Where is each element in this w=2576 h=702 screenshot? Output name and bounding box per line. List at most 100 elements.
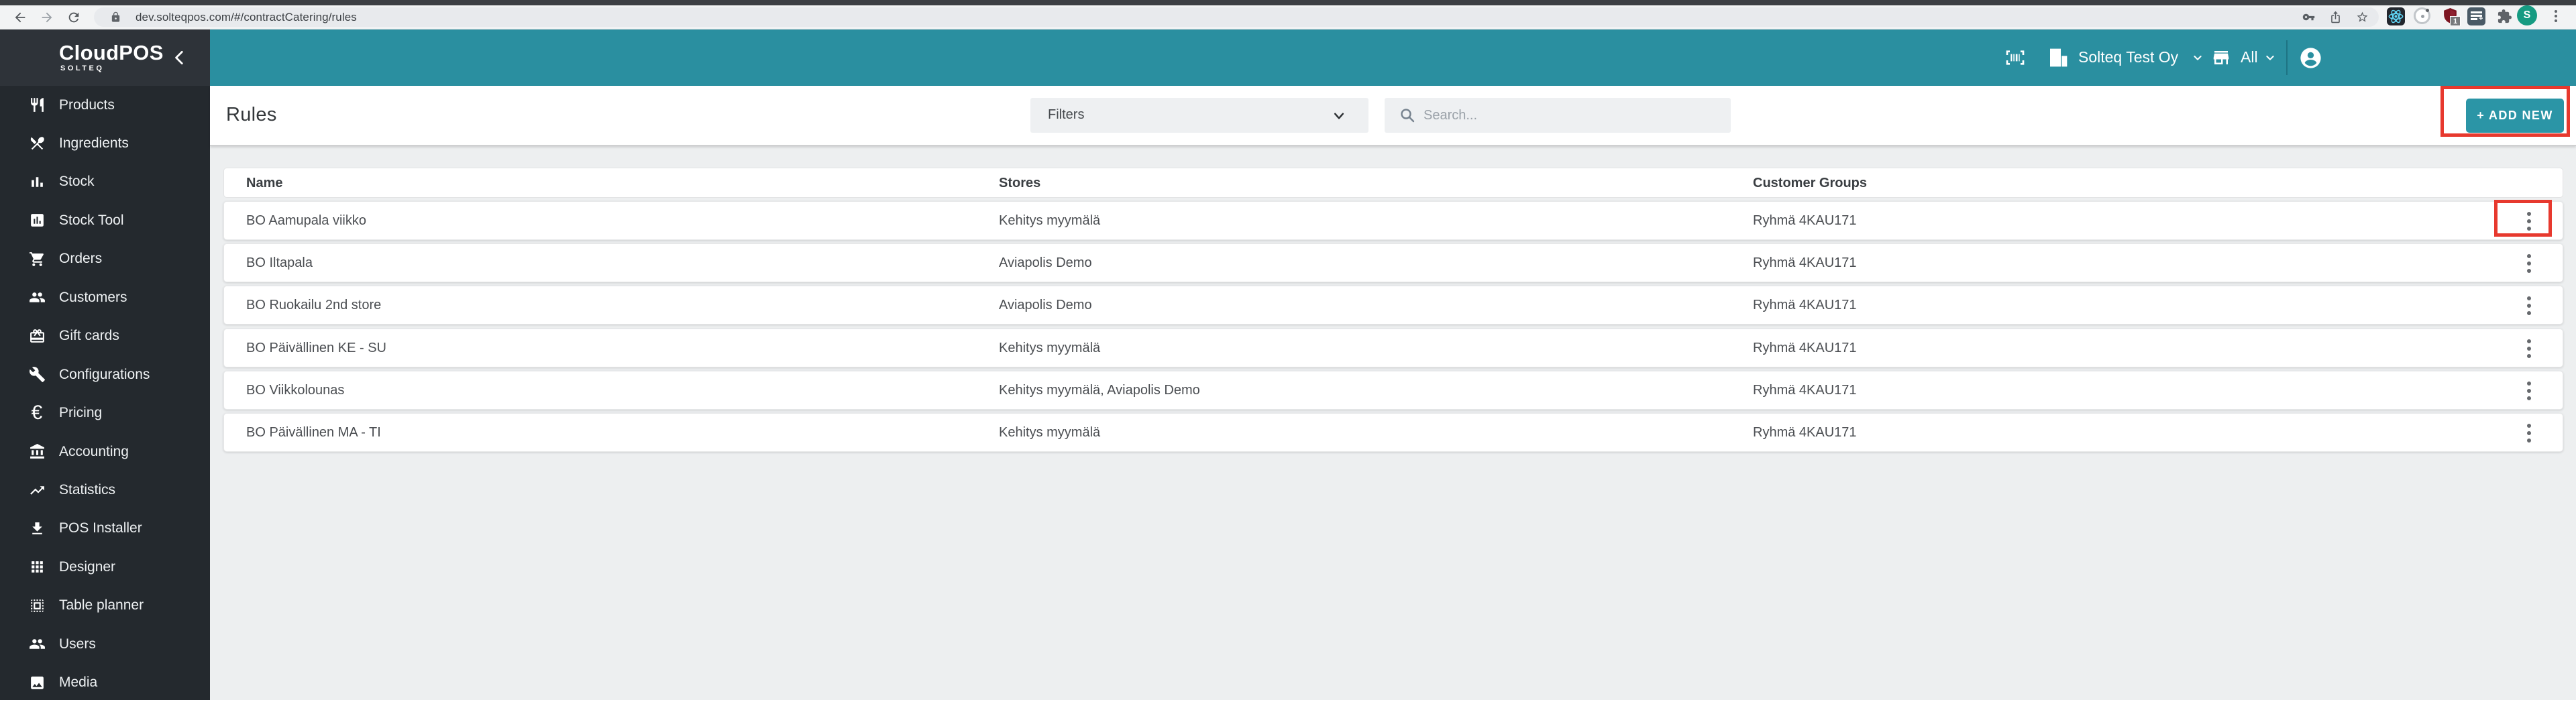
filters-chevron-down-icon: [1332, 109, 1346, 123]
sidebar-item-label: Orders: [59, 251, 102, 267]
table-header-row: Name Stores Customer Groups: [223, 168, 2563, 198]
browser-back-button[interactable]: [11, 8, 30, 27]
cell-name: BO Päivällinen KE - SU: [246, 341, 386, 356]
table-row[interactable]: BO IltapalaAviapolis DemoRyhmä 4KAU171: [223, 243, 2563, 282]
company-building-icon[interactable]: [2047, 46, 2069, 69]
browser-address-bar[interactable]: dev.solteqpos.com/#/contractCatering/rul…: [94, 7, 2379, 27]
sidebar-item-accounting[interactable]: Accounting: [0, 432, 210, 471]
cell-customer-groups: Ryhmä 4KAU171: [1753, 383, 1857, 398]
sidebar-item-label: Customers: [59, 290, 127, 306]
cell-name: BO Ruokailu 2nd store: [246, 298, 381, 313]
browser-profile-avatar[interactable]: S: [2517, 5, 2537, 25]
search-input[interactable]: [1424, 103, 1712, 127]
browser-forward-button[interactable]: [38, 8, 56, 27]
cell-name: BO Aamupala viikko: [246, 213, 366, 229]
cell-name: BO Päivällinen MA - TI: [246, 425, 381, 441]
account-balance-icon: [28, 443, 46, 461]
browser-reload-button[interactable]: [64, 8, 83, 27]
profile-icon[interactable]: [2300, 47, 2322, 69]
cell-name: BO Iltapala: [246, 255, 313, 271]
card-giftcard-icon: [28, 327, 46, 345]
cell-stores: Kehitys myymälä: [999, 425, 1100, 441]
sidebar-item-statistics[interactable]: Statistics: [0, 471, 210, 510]
download-icon: [28, 520, 46, 537]
sidebar-item-pos-installer[interactable]: POS Installer: [0, 510, 210, 548]
company-selector[interactable]: Solteq Test Oy: [2078, 48, 2178, 66]
ublock-badge: 1: [2450, 16, 2461, 26]
add-new-button[interactable]: + ADD NEW: [2466, 99, 2564, 133]
sidebar-item-label: Products: [59, 97, 115, 113]
sidebar: CloudPOS SOLTEQ Products Ingredients Stock…: [0, 30, 210, 700]
sidebar-item-label: Stock: [59, 174, 95, 190]
filters-dropdown[interactable]: Filters: [1030, 98, 1368, 133]
table-row[interactable]: BO ViikkolounasKehitys myymälä, Aviapoli…: [223, 371, 2563, 410]
sidebar-logo: CloudPOS SOLTEQ: [0, 30, 210, 86]
row-menu-icon[interactable]: [2520, 249, 2538, 278]
restaurant-icon: [28, 97, 46, 114]
page-header: Rules Filters + ADD NEW: [210, 86, 2576, 146]
bar-chart-icon: [28, 173, 46, 190]
table-row[interactable]: BO Aamupala viikkoKehitys myymäläRyhmä 4…: [223, 201, 2563, 240]
lock-icon[interactable]: [110, 11, 121, 23]
sidebar-item-label: Ingredients: [59, 135, 129, 152]
row-menu-icon[interactable]: [2520, 377, 2538, 405]
sidebar-item-label: Stock Tool: [59, 213, 124, 229]
sidebar-item-stock[interactable]: Stock: [0, 163, 210, 201]
company-chevron-down-icon[interactable]: [2191, 52, 2204, 63]
cell-customer-groups: Ryhmä 4KAU171: [1753, 213, 1857, 229]
sidebar-item-label: Pricing: [59, 405, 102, 421]
sidebar-item-orders[interactable]: Orders: [0, 240, 210, 278]
sidebar-item-media[interactable]: Media: [0, 664, 210, 702]
row-menu-icon[interactable]: [2520, 335, 2538, 363]
sidebar-item-designer[interactable]: Designer: [0, 548, 210, 586]
search-box: [1385, 98, 1731, 133]
password-key-icon[interactable]: [2302, 11, 2315, 23]
logo-title: CloudPOS: [59, 41, 164, 65]
row-menu-icon[interactable]: [2520, 292, 2538, 320]
table-row[interactable]: BO Päivällinen MA - TI Kehitys myymälä Ryh…: [223, 413, 2563, 452]
table-row[interactable]: BO Päivällinen KE - SUKehitys myymäläRyh…: [223, 329, 2563, 367]
ublock-extension-icon[interactable]: 1: [2442, 7, 2459, 24]
store-selector[interactable]: All: [2241, 48, 2258, 66]
cell-customer-groups: Ryhmä 4KAU171: [1753, 298, 1857, 313]
image-icon: [28, 674, 46, 691]
store-chevron-down-icon[interactable]: [2263, 52, 2277, 63]
cell-stores: Aviapolis Demo: [999, 298, 1092, 313]
store-icon[interactable]: [2211, 47, 2231, 68]
sidebar-item-label: Gift cards: [59, 328, 119, 344]
page-title: Rules: [226, 104, 277, 126]
app-root: dev.solteqpos.com/#/contractCatering/rul…: [0, 0, 2576, 700]
browser-menu-icon[interactable]: [2553, 8, 2559, 24]
extensions-puzzle-icon[interactable]: [2497, 9, 2512, 24]
sidebar-item-pricing[interactable]: €Pricing: [0, 394, 210, 432]
topbar-divider: [2286, 40, 2288, 75]
sidebar-item-users[interactable]: Users: [0, 625, 210, 663]
sidebar-item-configurations[interactable]: Configurations: [0, 355, 210, 394]
sidebar-item-products[interactable]: Products: [0, 86, 210, 124]
sidebar-item-label: Media: [59, 675, 97, 691]
filters-label: Filters: [1048, 107, 1084, 123]
select-all-icon: [28, 597, 46, 614]
sidebar-item-label: Configurations: [59, 367, 150, 383]
barcode-scanner-icon[interactable]: [2004, 47, 2026, 68]
sidebar-item-table-planner[interactable]: Table planner: [0, 587, 210, 625]
share-icon[interactable]: [2329, 11, 2342, 23]
form-extension-icon[interactable]: +: [2467, 7, 2485, 25]
table-row[interactable]: BO Ruokailu 2nd store Aviapolis Demo Ryhmä…: [223, 286, 2563, 325]
sidebar-item-gift-cards[interactable]: Gift cards: [0, 317, 210, 355]
restaurant-menu-icon: [28, 135, 46, 152]
row-menu-icon[interactable]: [2520, 207, 2538, 235]
sidebar-collapse-icon[interactable]: [171, 47, 189, 68]
cell-customer-groups: Ryhmä 4KAU171: [1753, 425, 1857, 441]
sidebar-item-ingredients[interactable]: Ingredients: [0, 124, 210, 162]
people-icon: [28, 289, 46, 306]
bookmark-star-icon[interactable]: [2356, 11, 2369, 23]
sidebar-item-customers[interactable]: Customers: [0, 278, 210, 316]
orbit-extension-icon[interactable]: [2414, 7, 2430, 24]
browser-toolbar: dev.solteqpos.com/#/contractCatering/rul…: [0, 5, 2576, 30]
url-text: dev.solteqpos.com/#/contractCatering/rul…: [136, 11, 357, 24]
column-header-name: Name: [246, 176, 282, 191]
row-menu-icon[interactable]: [2520, 419, 2538, 447]
sidebar-item-stock-tool[interactable]: Stock Tool: [0, 201, 210, 239]
react-devtools-extension-icon[interactable]: [2387, 7, 2405, 25]
